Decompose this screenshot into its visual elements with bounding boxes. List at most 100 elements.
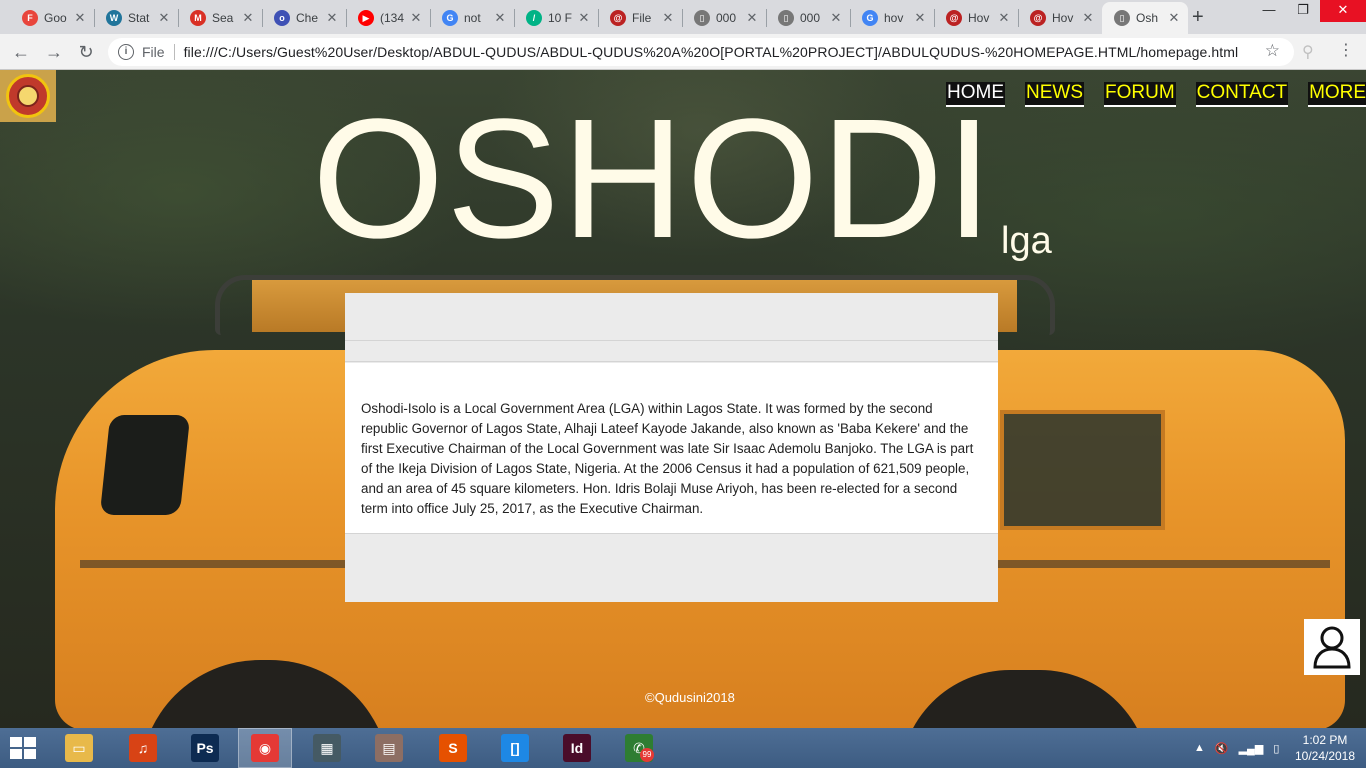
document-icon: ▯ [694, 10, 710, 26]
browser-tab[interactable]: ▯ 000 ✕ [682, 2, 766, 34]
menu-dots-icon[interactable]: ⋮ [1338, 40, 1354, 60]
tab-label: Hov [1052, 11, 1074, 25]
document-icon: ▯ [1114, 10, 1130, 26]
taskbar-app[interactable]: Ps [178, 728, 232, 768]
spiral-icon: @ [610, 10, 626, 26]
taskbar-app[interactable]: ✆ [612, 728, 666, 768]
tab-close-icon[interactable]: ✕ [156, 10, 172, 26]
address-bar[interactable]: i File file:///C:/Users/Guest%20User/Des… [108, 38, 1294, 66]
indesign-icon: Id [563, 734, 591, 762]
file-explorer-icon: ▭ [65, 734, 93, 762]
info-icon[interactable]: i [118, 44, 134, 60]
tab-label: Che [296, 11, 319, 25]
document-icon: ▯ [778, 10, 794, 26]
user-account-button[interactable] [1304, 619, 1360, 675]
browser-tab[interactable]: ▶ (134 ✕ [346, 2, 430, 34]
windows-start-icon[interactable] [10, 737, 36, 759]
tab-label: 10 F [548, 11, 573, 25]
tab-close-icon[interactable]: ✕ [744, 10, 760, 26]
tab-label: 000 [716, 11, 737, 25]
taskbar-app[interactable]: ♫ [116, 728, 170, 768]
back-icon[interactable]: ← [10, 41, 32, 63]
browser-tab[interactable]: @ File ✕ [598, 2, 682, 34]
background-van-window [1000, 410, 1165, 530]
address-scheme: File [142, 44, 165, 60]
forward-icon[interactable]: → [43, 41, 65, 63]
browser-tab[interactable]: Gnot ✕ [430, 2, 514, 34]
browser-tab[interactable]: ▯ 000 ✕ [766, 2, 850, 34]
whatsapp-badge: 99 [640, 748, 654, 762]
tab-close-icon[interactable]: ✕ [996, 10, 1012, 26]
tab-close-icon[interactable]: ✕ [72, 10, 88, 26]
card-footer [345, 533, 998, 602]
nav-news[interactable]: NEWS [1025, 82, 1084, 107]
clock-date: 10/24/2018 [1294, 749, 1356, 763]
google-icon: G [442, 10, 458, 26]
tab-strip: F Goo ✕ W Stat ✕ M Sea ✕ o Che ✕ ▶ (134 ✕ Gnot ✕/10 F ✕ @ F… [0, 0, 1366, 34]
page-subtitle: lga [1001, 220, 1052, 262]
page-title: OSHODI [312, 84, 995, 274]
taskbar-clock[interactable]: 1:02 PM 10/24/2018 [1290, 732, 1360, 764]
taskbar-app[interactable]: [] [488, 728, 542, 768]
bookmark-star-icon[interactable]: ☆ [1265, 41, 1280, 61]
browser-tab[interactable]: W Stat ✕ [94, 2, 178, 34]
site-logo[interactable] [0, 70, 56, 122]
tab-close-icon[interactable]: ✕ [240, 10, 256, 26]
browser-tab[interactable]: Ghov ✕ [850, 2, 934, 34]
restore-button[interactable]: ❐ [1286, 0, 1320, 22]
tab-close-icon[interactable]: ✕ [1080, 10, 1096, 26]
tab-close-icon[interactable]: ✕ [324, 10, 340, 26]
tab-label: 000 [800, 11, 821, 25]
taskbar-app[interactable]: ▤ [362, 728, 416, 768]
content-card: Oshodi-Isolo is a Local Government Area … [345, 293, 998, 602]
browser-tab[interactable]: F Goo ✕ [10, 2, 94, 34]
clock-time: 1:02 PM [1302, 733, 1348, 747]
tab-close-icon[interactable]: ✕ [492, 10, 508, 26]
close-window-button[interactable]: ✕ [1320, 0, 1366, 22]
photoshop-icon: Ps [191, 734, 219, 762]
nav-forum[interactable]: FORUM [1104, 82, 1176, 107]
background-van-window [99, 415, 191, 515]
browser-tab[interactable]: M Sea ✕ [178, 2, 262, 34]
volume-muted-icon[interactable]: 🔇 [1215, 742, 1229, 755]
address-divider [173, 44, 175, 60]
battery-icon[interactable]: ▯ [1273, 742, 1279, 755]
tab-close-icon[interactable]: ✕ [408, 10, 424, 26]
taskbar-app[interactable]: ▭ [52, 728, 106, 768]
brackets-icon: [] [501, 734, 529, 762]
browser-tab[interactable]: ▯ Osh ✕ [1102, 2, 1188, 34]
reload-icon[interactable]: ↻ [75, 41, 97, 63]
network-icon[interactable]: ▂▄▆ [1239, 742, 1264, 755]
taskbar-app[interactable]: S [426, 728, 480, 768]
tab-close-icon[interactable]: ✕ [828, 10, 844, 26]
tray-expand-icon[interactable]: ▲ [1194, 742, 1205, 754]
tab-close-icon[interactable]: ✕ [660, 10, 676, 26]
tab-label: Goo [44, 11, 67, 25]
taskbar-app[interactable]: Id [550, 728, 604, 768]
nav-more[interactable]: MORE [1308, 82, 1366, 107]
browser-tab[interactable]: @ Hov ✕ [1018, 2, 1102, 34]
browser-tab[interactable]: @ Hov ✕ [934, 2, 1018, 34]
tab-label: Sea [212, 11, 234, 25]
wordpress-icon: W [106, 10, 122, 26]
card-subheader [345, 341, 998, 362]
tab-label: Stat [128, 11, 150, 25]
extension-icon[interactable]: ⚲ [1302, 42, 1314, 62]
system-tray: ▲ 🔇 ▂▄▆ ▯ [1194, 728, 1279, 768]
address-url[interactable]: file:///C:/Users/Guest%20User/Desktop/AB… [184, 44, 1239, 60]
tab-close-icon[interactable]: ✕ [576, 10, 592, 26]
new-tab-button[interactable]: + [1192, 6, 1204, 29]
nav-contact[interactable]: CONTACT [1195, 82, 1289, 107]
taskbar-app[interactable]: ◉ [238, 728, 292, 768]
minimize-button[interactable]: — [1252, 0, 1286, 22]
tab-label: File [632, 11, 652, 25]
sublime-text-icon: S [439, 734, 467, 762]
browser-tab[interactable]: o Che ✕ [262, 2, 346, 34]
tab-close-icon[interactable]: ✕ [1166, 10, 1182, 26]
page-viewport: HOME NEWS FORUM CONTACT MORE OSHODI lga … [0, 70, 1366, 728]
browser-tab[interactable]: / 10 F ✕ [514, 2, 598, 34]
tab-close-icon[interactable]: ✕ [912, 10, 928, 26]
main-nav: HOME NEWS FORUM CONTACT MORE [946, 82, 1366, 107]
tab-label: not [464, 11, 481, 25]
taskbar-app[interactable]: ▦ [300, 728, 354, 768]
